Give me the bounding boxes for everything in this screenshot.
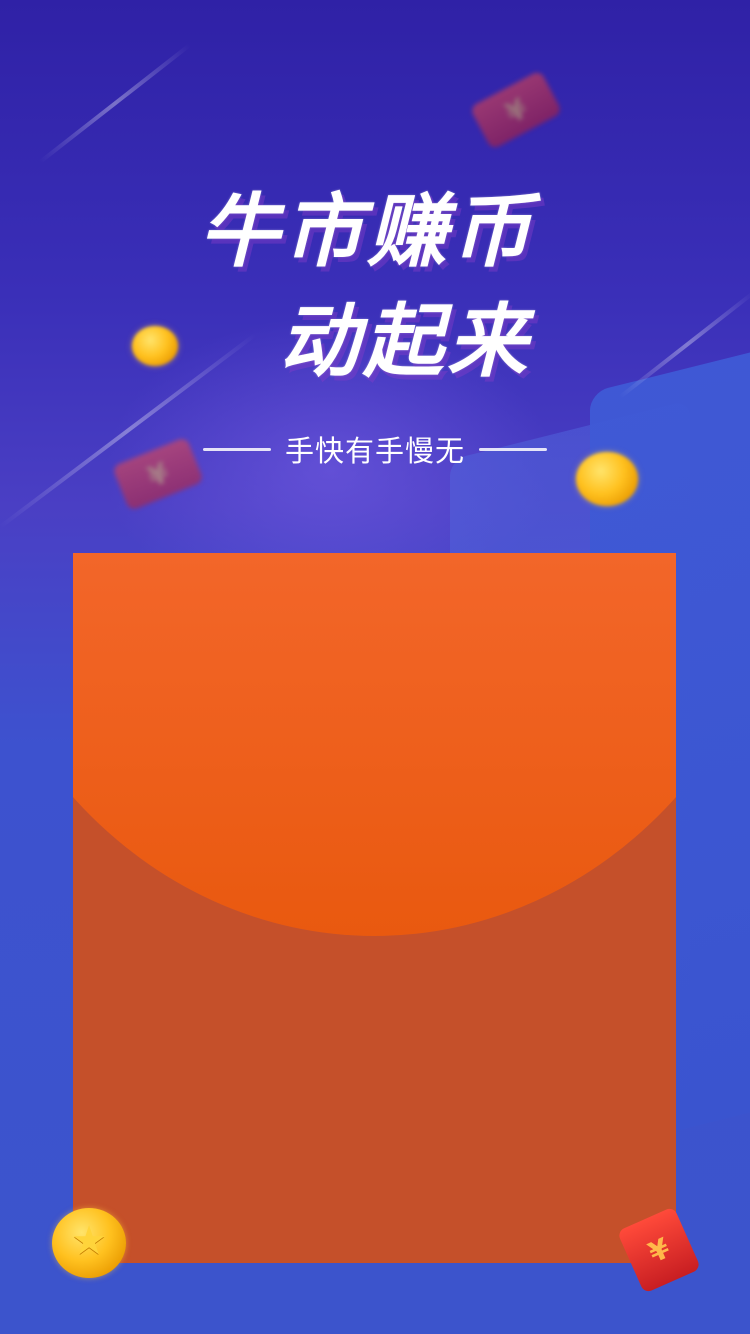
star-icon: ★ bbox=[71, 1218, 107, 1265]
subtitle: 手快有手慢无 bbox=[284, 434, 465, 468]
red-envelope[interactable] bbox=[73, 553, 676, 1263]
page-title-line-2: 动起来 bbox=[279, 295, 531, 388]
subtitle-divider-left bbox=[202, 447, 271, 451]
subtitle-divider-right bbox=[479, 447, 547, 451]
currency-glyph: ¥ bbox=[643, 1230, 675, 1270]
page-title-line-1: 牛市赚币 bbox=[199, 185, 535, 278]
red-envelope-flap bbox=[73, 553, 676, 936]
star-coin-icon: ★ bbox=[52, 1208, 126, 1278]
subtitle-row: 手快有手慢无 bbox=[0, 428, 750, 470]
currency-glyph: ¥ bbox=[499, 90, 533, 130]
